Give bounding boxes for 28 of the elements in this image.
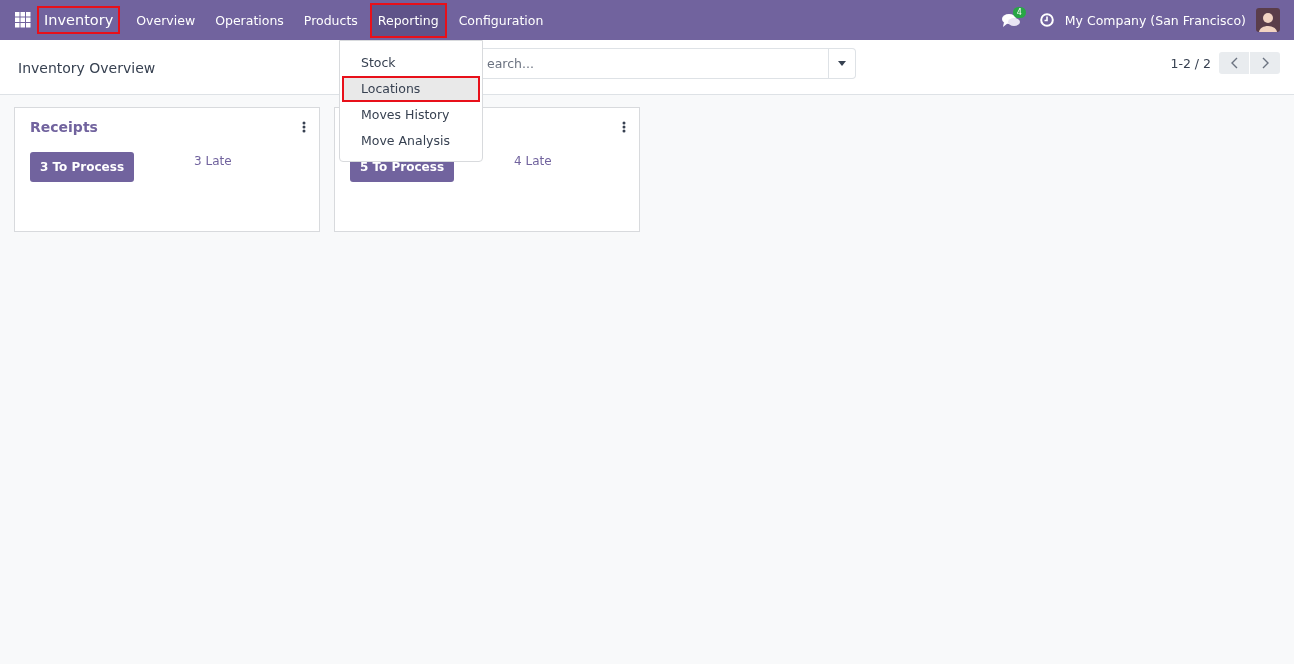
- apps-grid-icon[interactable]: [15, 12, 31, 28]
- chevron-left-icon: [1230, 57, 1238, 69]
- search-options-toggle[interactable]: [829, 47, 856, 79]
- caret-icon: [838, 60, 846, 66]
- dropdown-menu-item[interactable]: Moves History: [342, 102, 480, 128]
- pager-value: 1-2 / 2: [1170, 55, 1211, 71]
- card-title[interactable]: Receipts: [30, 119, 98, 135]
- nav-menu-item[interactable]: Overview: [128, 2, 204, 38]
- nav-menu-item[interactable]: Products: [295, 2, 366, 38]
- dropdown-menu-item[interactable]: Locations: [342, 76, 480, 102]
- dropdown-menu-item[interactable]: Stock: [342, 50, 480, 76]
- to-process-button[interactable]: 3 To Process: [30, 152, 135, 182]
- kebab-menu-icon[interactable]: [302, 121, 306, 133]
- app-name-link[interactable]: Inventory: [37, 6, 121, 34]
- nav-menu-item[interactable]: Operations: [207, 2, 292, 38]
- user-avatar[interactable]: [1256, 8, 1280, 32]
- nav-menu-item[interactable]: Configuration: [450, 2, 552, 38]
- late-link[interactable]: 4 Late: [514, 154, 552, 168]
- message-count-badge: 4: [1012, 6, 1026, 18]
- company-switcher[interactable]: My Company (San Francisco): [1064, 12, 1246, 28]
- clock-icon[interactable]: [1039, 13, 1054, 27]
- dropdown-menu-item[interactable]: Move Analysis: [342, 128, 480, 154]
- late-link[interactable]: 3 Late: [194, 154, 232, 168]
- search-field[interactable]: earch...: [483, 47, 829, 79]
- kebab-menu-icon[interactable]: [622, 121, 626, 133]
- nav-menu-item[interactable]: Reporting: [369, 2, 447, 38]
- chevron-right-icon: [1261, 57, 1269, 69]
- page-title: Inventory Overview: [18, 59, 156, 76]
